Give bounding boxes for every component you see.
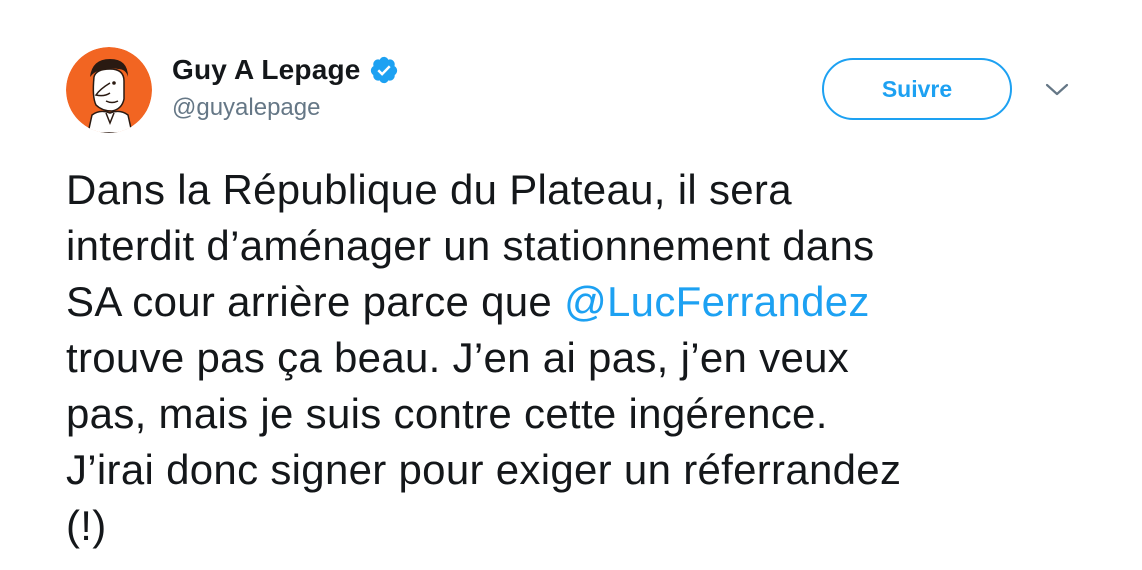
name-row: Guy A Lepage xyxy=(172,52,399,88)
tweet-line: (!) xyxy=(66,502,107,549)
avatar[interactable] xyxy=(66,47,152,133)
follow-button[interactable]: Suivre xyxy=(822,58,1012,120)
tweet-line-text: SA cour arrière parce que xyxy=(66,278,565,325)
tweet-line: pas, mais je suis contre cette ingérence… xyxy=(66,390,828,437)
tweet-line: SA cour arrière parce que @LucFerrandez xyxy=(66,274,1086,330)
mention-link[interactable]: @LucFerrandez xyxy=(564,278,870,325)
tweet-line: Dans la République du Plateau, il sera xyxy=(66,166,792,213)
tweet-line: trouve pas ça beau. J’en ai pas, j’en ve… xyxy=(66,334,850,381)
tweet-line: interdit d’aménager un stationnement dan… xyxy=(66,222,875,269)
tweet-line: J’irai donc signer pour exiger un réferr… xyxy=(66,446,902,493)
user-info: Guy A Lepage @guyalepage xyxy=(172,52,399,122)
tweet-card: Guy A Lepage @guyalepage Suivre Dans la … xyxy=(0,0,1142,570)
cartoon-portrait-avatar-icon xyxy=(66,47,152,133)
chevron-down-icon[interactable] xyxy=(1044,80,1070,100)
user-handle[interactable]: @guyalepage xyxy=(172,94,399,122)
verified-badge-icon xyxy=(369,55,399,85)
display-name[interactable]: Guy A Lepage xyxy=(172,54,361,86)
tweet-text: Dans la République du Plateau, il sera i… xyxy=(66,162,1086,554)
